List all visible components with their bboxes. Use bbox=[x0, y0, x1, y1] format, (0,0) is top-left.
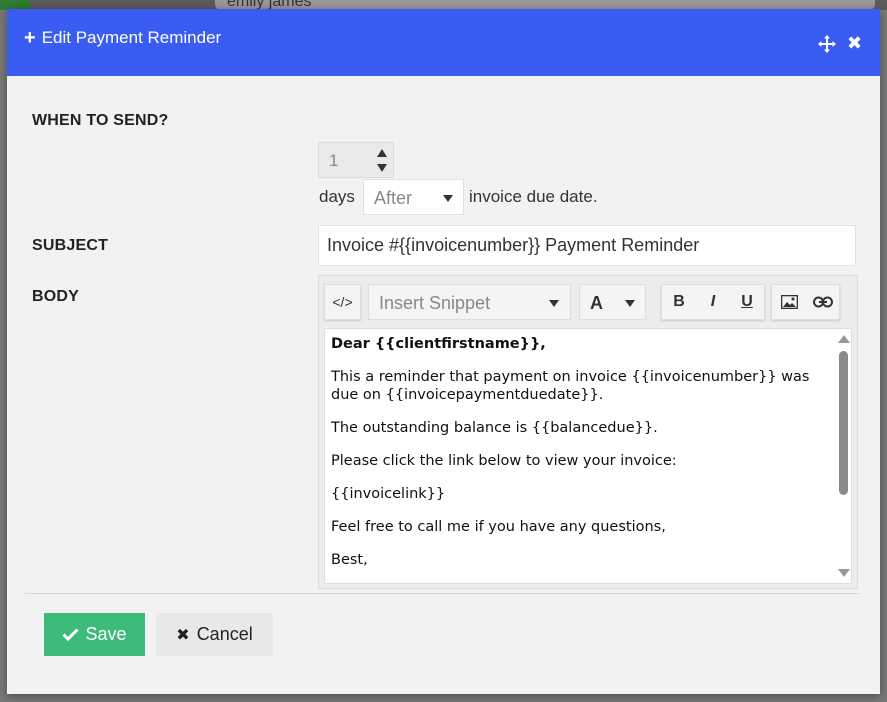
body-line: Please click the link below to view your… bbox=[331, 453, 677, 469]
link-icon[interactable] bbox=[806, 285, 840, 319]
plus-icon: + bbox=[24, 26, 36, 49]
days-value: 1 bbox=[329, 151, 339, 170]
chevron-down-icon bbox=[443, 195, 453, 202]
chevron-down-icon bbox=[625, 300, 635, 307]
spin-up-icon[interactable] bbox=[377, 149, 387, 157]
body-editor: </> Insert Snippet A B I U Dear {{client… bbox=[318, 275, 858, 589]
due-date-label: invoice due date. bbox=[469, 187, 598, 206]
modal-title-text: Edit Payment Reminder bbox=[41, 28, 222, 47]
insert-snippet-select[interactable]: Insert Snippet bbox=[368, 284, 571, 320]
when-to-send-label: WHEN TO SEND? bbox=[32, 112, 169, 129]
scroll-thumb[interactable] bbox=[839, 351, 848, 495]
cancel-button[interactable]: ✖ Cancel bbox=[156, 613, 273, 656]
edit-payment-reminder-modal: + Edit Payment Reminder ✖ WHEN TO SEND? … bbox=[7, 9, 880, 694]
body-line: The outstanding balance is {{balancedue}… bbox=[331, 420, 658, 436]
italic-icon[interactable]: I bbox=[696, 285, 730, 319]
editor-scrollbar[interactable] bbox=[835, 329, 851, 583]
check-icon bbox=[62, 628, 80, 641]
chevron-down-icon bbox=[549, 300, 559, 307]
body-line: Feel free to call me if you have any que… bbox=[331, 519, 666, 535]
body-line: {{invoicelink}} bbox=[331, 486, 446, 502]
days-number-input[interactable]: 1 bbox=[318, 142, 394, 178]
code-view-group: </> bbox=[324, 284, 361, 320]
font-color-select[interactable]: A bbox=[579, 284, 646, 320]
text-style-group: B I U bbox=[661, 284, 765, 320]
snippet-placeholder: Insert Snippet bbox=[379, 293, 491, 313]
scroll-down-icon[interactable] bbox=[838, 569, 850, 577]
body-label: BODY bbox=[32, 288, 80, 305]
scroll-up-icon[interactable] bbox=[838, 335, 850, 343]
editor-body[interactable]: Dear {{clientfirstname}}, This a reminde… bbox=[324, 328, 852, 584]
save-label: Save bbox=[85, 624, 127, 644]
subject-input[interactable]: Invoice #{{invoicenumber}} Payment Remin… bbox=[318, 225, 856, 266]
cancel-label: Cancel bbox=[196, 624, 253, 644]
close-icon[interactable]: ✖ bbox=[847, 34, 862, 52]
image-icon[interactable] bbox=[772, 285, 806, 319]
save-button[interactable]: Save bbox=[44, 613, 145, 656]
footer-divider bbox=[25, 593, 859, 594]
modal-title: + Edit Payment Reminder bbox=[24, 28, 221, 48]
body-line: This a reminder that payment on invoice … bbox=[331, 369, 810, 403]
underline-icon[interactable]: U bbox=[730, 285, 764, 319]
insert-media-group bbox=[771, 284, 840, 320]
timing-value: After bbox=[374, 188, 413, 208]
body-line: Dear {{clientfirstname}}, bbox=[331, 336, 546, 352]
code-view-icon[interactable]: </> bbox=[325, 285, 360, 319]
editor-content[interactable]: Dear {{clientfirstname}}, This a reminde… bbox=[331, 335, 831, 583]
font-color-icon: A bbox=[590, 293, 603, 313]
bold-icon[interactable]: B bbox=[662, 285, 696, 319]
days-label: days bbox=[319, 187, 355, 206]
spin-down-icon[interactable] bbox=[377, 164, 387, 172]
close-icon: ✖ bbox=[176, 626, 190, 644]
timing-select[interactable]: After bbox=[363, 179, 464, 215]
body-line: Best, bbox=[331, 552, 368, 568]
modal-header: + Edit Payment Reminder ✖ bbox=[7, 9, 880, 76]
subject-label: SUBJECT bbox=[32, 237, 109, 254]
move-icon[interactable] bbox=[818, 35, 836, 53]
